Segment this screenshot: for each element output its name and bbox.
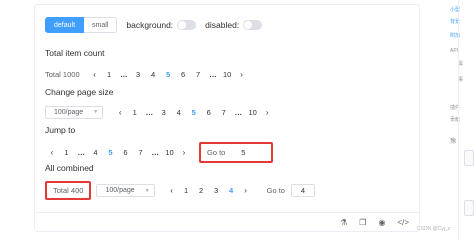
watermark: CSDN @Cyj_z <box>417 226 451 232</box>
next-arrow-icon[interactable]: › <box>260 108 274 117</box>
page-4[interactable]: 4 <box>171 105 186 119</box>
side-divider <box>458 0 459 240</box>
page-1[interactable]: 1 <box>102 67 117 81</box>
demo-card: default small background: disabled: Tota… <box>34 4 420 232</box>
goto-jumper: Go to 5 <box>199 142 274 163</box>
page-3[interactable]: 3 <box>209 184 224 198</box>
section-title-combined: All combined <box>45 163 94 173</box>
pagination-size: 100/page ▼ ‹ 1 … 3 4 5 6 7 … 10 › <box>45 105 274 119</box>
disabled-switch[interactable] <box>243 20 263 30</box>
page-2[interactable]: 2 <box>194 184 209 198</box>
chevron-down-icon: ▼ <box>144 187 150 194</box>
background-switch[interactable] <box>177 20 197 30</box>
more-icon[interactable]: … <box>142 108 156 117</box>
pagination-combined: Total 400 100/page ▼ ‹ 1 2 3 4 › Go to 4 <box>45 181 315 200</box>
goto-label: Go to <box>266 186 285 195</box>
page-10[interactable]: 10 <box>220 67 235 81</box>
more-icon[interactable]: … <box>231 108 245 117</box>
goto-input[interactable]: 4 <box>290 184 315 197</box>
next-arrow-icon[interactable]: › <box>235 70 249 79</box>
more-icon[interactable]: … <box>74 148 88 157</box>
chevron-down-icon: ▼ <box>93 109 99 115</box>
side-link: 豫 <box>450 139 457 145</box>
github-icon[interactable]: ◉ <box>378 218 385 227</box>
page-10[interactable]: 10 <box>245 105 260 119</box>
page-6[interactable]: 6 <box>201 105 216 119</box>
size-small-button[interactable]: small <box>84 17 118 33</box>
page-3[interactable]: 3 <box>131 67 146 81</box>
section-title-jump: Jump to <box>45 125 76 135</box>
disabled-label: disabled: <box>205 20 240 30</box>
more-icon[interactable]: … <box>148 148 162 157</box>
total-count: Total 1000 <box>45 69 80 79</box>
options-row: default small background: disabled: <box>45 17 263 33</box>
goto-input[interactable]: 5 <box>231 146 255 159</box>
page-5-current[interactable]: 5 <box>161 67 176 81</box>
page-1[interactable]: 1 <box>59 146 74 160</box>
more-icon[interactable]: … <box>117 70 131 79</box>
page-4[interactable]: 4 <box>88 146 103 160</box>
total-count: Total 400 <box>45 181 92 200</box>
page-10[interactable]: 10 <box>162 146 177 160</box>
page-size-select[interactable]: 100/page ▼ <box>96 184 155 197</box>
page-4-current[interactable]: 4 <box>224 184 239 198</box>
prev-arrow-icon[interactable]: ‹ <box>45 148 59 157</box>
pagination-total: Total 1000 ‹ 1 … 3 4 5 6 7 … 10 › <box>45 67 249 81</box>
pagination-jump: ‹ 1 … 4 5 6 7 … 10 › Go to 5 <box>45 142 274 163</box>
side-box[interactable] <box>464 200 474 216</box>
copy-icon[interactable]: ❐ <box>359 218 366 227</box>
side-link[interactable]: API <box>450 48 458 54</box>
page-1[interactable]: 1 <box>127 105 142 119</box>
background-label: background: <box>126 20 174 30</box>
page-6[interactable]: 6 <box>176 67 191 81</box>
page-size-value: 100/page <box>105 187 135 194</box>
page-6[interactable]: 6 <box>118 146 133 160</box>
next-arrow-icon[interactable]: › <box>239 186 253 195</box>
page-1[interactable]: 1 <box>179 184 194 198</box>
size-radio-group: default small <box>45 17 118 33</box>
more-icon[interactable]: … <box>206 70 220 79</box>
page-5-current[interactable]: 5 <box>186 105 201 119</box>
prev-arrow-icon[interactable]: ‹ <box>88 70 102 79</box>
flask-icon[interactable]: ⚗ <box>340 218 347 227</box>
code-icon[interactable]: </> <box>397 218 409 227</box>
goto-label: Go to <box>207 148 226 157</box>
page-4[interactable]: 4 <box>146 67 161 81</box>
page-3[interactable]: 3 <box>156 105 171 119</box>
section-title-total: Total item count <box>45 48 105 58</box>
prev-arrow-icon[interactable]: ‹ <box>165 186 179 195</box>
demo-toolbar: ⚗ ❐ ◉ </> <box>35 212 419 231</box>
size-default-button[interactable]: default <box>45 17 85 33</box>
side-box[interactable] <box>464 150 474 166</box>
next-arrow-icon[interactable]: › <box>177 148 191 157</box>
page-size-value: 100/page <box>54 108 84 116</box>
page-5-current[interactable]: 5 <box>103 146 118 160</box>
page-7[interactable]: 7 <box>191 67 206 81</box>
goto-jumper: Go to 4 <box>267 184 315 197</box>
section-title-size: Change page size <box>45 87 114 97</box>
page-7[interactable]: 7 <box>216 105 231 119</box>
prev-arrow-icon[interactable]: ‹ <box>113 108 127 117</box>
page-7[interactable]: 7 <box>133 146 148 160</box>
page-size-select[interactable]: 100/page ▼ <box>45 105 104 119</box>
